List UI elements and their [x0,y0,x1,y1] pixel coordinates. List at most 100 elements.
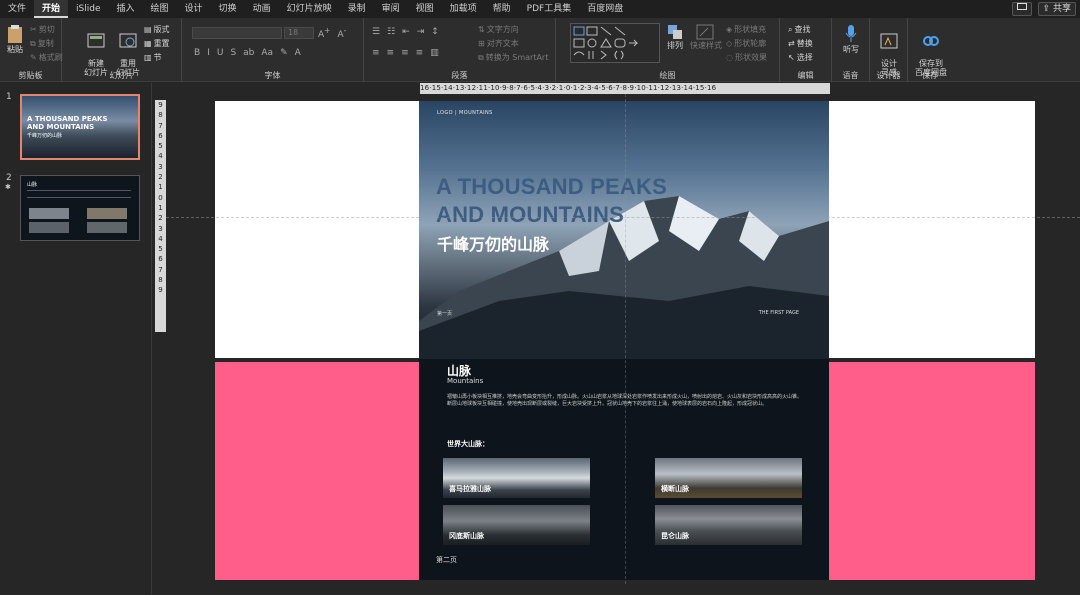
ruler-tick: 4 [158,234,163,243]
tab-design[interactable]: 设计 [177,0,211,18]
vertical-guide[interactable] [625,94,626,584]
share-button[interactable]: ⇪ 共享 [1037,2,1076,16]
tab-home[interactable]: 开始 [34,0,69,18]
tab-file[interactable]: 文件 [0,0,34,18]
tab-help[interactable]: 帮助 [485,0,519,18]
tab-baidu[interactable]: 百度网盘 [579,0,631,18]
layout-button[interactable]: ▤ 版式 [144,24,170,35]
mountain-card: 喜马拉雅山脉 [443,458,590,498]
tab-record[interactable]: 录制 [340,0,374,18]
font-family-combo[interactable] [192,27,282,39]
tab-addins[interactable]: 加载项 [442,0,485,18]
ruler-tick: 3 [158,162,163,171]
shape-fill-button[interactable]: ◈ 形状填充 [726,24,766,35]
font-size-combo[interactable]: 18 [284,27,314,39]
shrink-font-icon[interactable]: A- [337,26,346,40]
text-direction-button[interactable]: ⇅ 文字方向 [478,24,519,35]
poster-title-line-2: AND MOUNTAINS [436,202,624,227]
horizontal-guide[interactable] [166,217,1080,218]
numbering-icon[interactable]: ☷ [387,27,395,37]
align-right-icon[interactable]: ≡ [401,48,409,58]
tab-transitions[interactable]: 切换 [211,0,245,18]
slide-thumbnail-1[interactable]: A THOUSAND PEAKS AND MOUNTAINS 千峰万仞的山脉 [20,94,140,160]
align-center-icon[interactable]: ≡ [387,48,395,58]
group-label-save: 保存 [922,71,938,80]
italic-icon[interactable]: I [207,48,210,58]
tab-view[interactable]: 视图 [408,0,442,18]
bold-icon[interactable]: B [194,48,200,58]
smartart-button[interactable]: ⧉ 转换为 SmartArt [478,52,548,63]
quick-styles-button[interactable]: 快速样式 [690,24,722,50]
char-spacing-icon[interactable]: ab [243,48,254,58]
shape-effects-button[interactable]: ◌ 形状效果 [726,52,767,63]
select-button[interactable]: ↖ 选择 [788,52,813,63]
strikethrough-icon[interactable]: S [230,48,236,58]
group-slides: 新建 幻灯片 重用 幻灯片 ▤ 版式 ▦ 重置 ▥ 节 幻灯片 [62,18,182,82]
arrange-button[interactable]: 排列 [664,24,686,50]
grow-font-icon[interactable]: A+ [318,26,330,40]
copy-button[interactable]: ⧉ 复制 [30,38,54,49]
change-case-icon[interactable]: Aa [261,48,273,58]
highlight-icon[interactable]: ✎ [280,48,288,58]
tab-insert[interactable]: 插入 [109,0,143,18]
comments-button[interactable] [1011,2,1032,16]
shapes-gallery[interactable] [570,23,660,63]
group-save: 保存到 百度网盘 保存 [908,18,952,82]
tab-draw[interactable]: 绘图 [143,0,177,18]
reset-button[interactable]: ▦ 重置 [144,38,170,49]
design-ideas-icon [880,33,898,49]
align-left-icon[interactable]: ≡ [372,48,380,58]
outline-icon: ◇ [726,39,733,48]
thumb2-card [29,208,69,219]
slide-thumbnail-2[interactable]: 山脉 [20,175,140,241]
font-color-icon[interactable]: A [295,48,301,58]
outdent-icon[interactable]: ⇥ [417,27,425,37]
slide-thumbnails-pane: 1 A THOUSAND PEAKS AND MOUNTAINS 千峰万仞的山脉… [0,83,152,595]
line-spacing-icon[interactable]: ↕ [431,27,439,37]
tab-slideshow[interactable]: 幻灯片放映 [279,0,340,18]
align-text-icon: ⊞ [478,39,485,48]
tab-pdf[interactable]: PDF工具集 [519,0,580,18]
new-slide-icon [87,33,105,48]
align-buttons: ≡ ≡ ≡ ≡ ▥ [372,48,439,58]
section-label: 节 [153,53,162,62]
tab-islide[interactable]: iSlide [68,0,108,18]
dictate-button[interactable]: 听写 [839,24,863,54]
font-size-buttons: A+ A- [318,26,346,40]
text-direction-label: 文字方向 [486,25,519,34]
format-painter-label: 格式刷 [38,53,63,62]
tab-animations[interactable]: 动画 [245,0,279,18]
ruler-tick: 7 [158,265,163,274]
cut-button[interactable]: ✂ 剪切 [30,24,55,35]
ruler-tick: 8 [158,111,163,120]
align-text-button[interactable]: ⊞ 对齐文本 [478,38,519,49]
list-buttons: ☰ ☷ ⇤ ⇥ ↕ [372,27,439,37]
mountain-card-label: 冈底斯山脉 [449,532,484,540]
bullets-icon[interactable]: ☰ [372,27,380,37]
poster-title-line-1: A THOUSAND PEAKS [436,174,667,199]
paste-button[interactable]: 粘贴 [4,24,26,54]
replace-button[interactable]: ⇄ 替换 [788,38,813,49]
section-button[interactable]: ▥ 节 [144,52,162,63]
quick-styles-icon [696,24,714,40]
indent-icon[interactable]: ⇤ [402,27,410,37]
fill-icon: ◈ [726,25,733,34]
ruler-tick: 0 [158,193,163,202]
poster-image[interactable]: LOGO | MOUNTAINS A THOUSAND PEAKS AND MO… [419,101,829,580]
share-label: 共享 [1052,4,1071,14]
tab-review[interactable]: 审阅 [374,0,408,18]
page-number-label: 第二页 [436,556,457,564]
find-button[interactable]: ⌕ 查找 [788,24,810,35]
mountain-illustration [419,196,829,359]
format-painter-button[interactable]: ✎ 格式刷 [30,52,63,63]
columns-icon[interactable]: ▥ [430,48,439,58]
shape-outline-button[interactable]: ◇ 形状轮廓 [726,38,766,49]
justify-icon[interactable]: ≡ [416,48,424,58]
ruler-tick: 2 [158,214,163,223]
reset-icon: ▦ [144,39,152,48]
mountain-card-label: 昆仑山脉 [661,532,689,540]
group-label-font: 字体 [264,71,281,80]
microphone-icon [845,25,857,42]
underline-icon[interactable]: U [217,48,224,58]
quick-styles-label: 快速样式 [690,41,722,50]
